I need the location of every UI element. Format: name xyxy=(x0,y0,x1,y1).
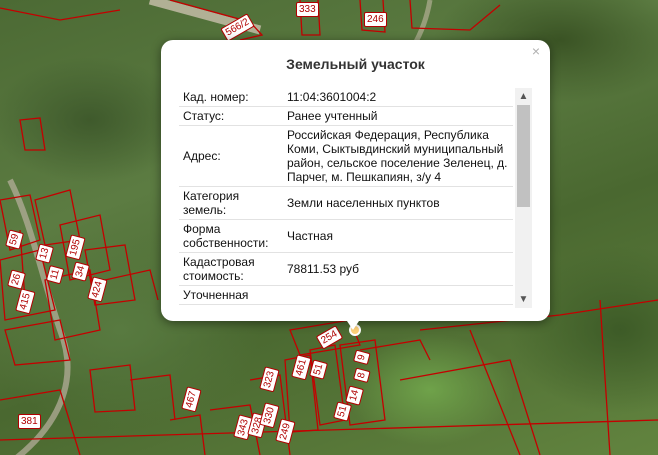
info-row-value: 78811.53 руб xyxy=(283,252,513,286)
popup-pointer xyxy=(345,318,361,330)
scroll-down-icon[interactable]: ▼ xyxy=(515,291,532,308)
info-row-value: Земли населенных пунктов xyxy=(283,186,513,220)
popup-title: Земельный участок xyxy=(286,56,425,72)
info-row-label: Уточненная xyxy=(179,285,283,305)
info-row: Адрес: Российская Федерация, Республика К… xyxy=(179,125,513,187)
info-row-value xyxy=(283,285,513,305)
info-row: Кад. номер: 11:04:3601004:2 xyxy=(179,88,513,107)
parcel-number-label[interactable]: 333 xyxy=(296,2,319,17)
parcel-number-label[interactable]: 381 xyxy=(18,414,41,429)
info-row: Форма собственности: Частная xyxy=(179,219,513,253)
scroll-thumb[interactable] xyxy=(517,105,530,207)
info-row: Статус: Ранее учтенный xyxy=(179,106,513,126)
parcel-number-label[interactable]: 246 xyxy=(364,12,387,27)
info-row-value: Частная xyxy=(283,219,513,253)
info-row-value: Российская Федерация, Республика Коми, С… xyxy=(283,125,513,187)
info-row-value: Ранее учтенный xyxy=(283,106,513,126)
info-row-label: Адрес: xyxy=(179,125,283,187)
info-row-label: Кадастровая стоимость: xyxy=(179,252,283,286)
info-row-label: Форма собственности: xyxy=(179,219,283,253)
info-row: Уточненная xyxy=(179,285,513,305)
scroll-up-icon[interactable]: ▲ xyxy=(515,88,532,105)
info-row-label: Кад. номер: xyxy=(179,88,283,107)
info-row-label: Статус: xyxy=(179,106,283,126)
close-icon[interactable]: × xyxy=(528,43,544,59)
info-table-scroll[interactable]: Кад. номер: 11:04:3601004:2 Статус: Ранее у… xyxy=(179,88,532,308)
scrollbar[interactable]: ▲ ▼ xyxy=(515,88,532,308)
info-row: Кадастровая стоимость: 78811.53 руб xyxy=(179,252,513,286)
info-row-value: 11:04:3601004:2 xyxy=(283,88,513,107)
info-row: Категория земель: Земли населенных пункто… xyxy=(179,186,513,220)
info-row-label: Категория земель: xyxy=(179,186,283,220)
info-table: Кад. номер: 11:04:3601004:2 Статус: Ранее у… xyxy=(179,88,513,305)
parcel-info-popup: Земельный участок × Кад. номер: 11:04:360… xyxy=(161,40,550,321)
